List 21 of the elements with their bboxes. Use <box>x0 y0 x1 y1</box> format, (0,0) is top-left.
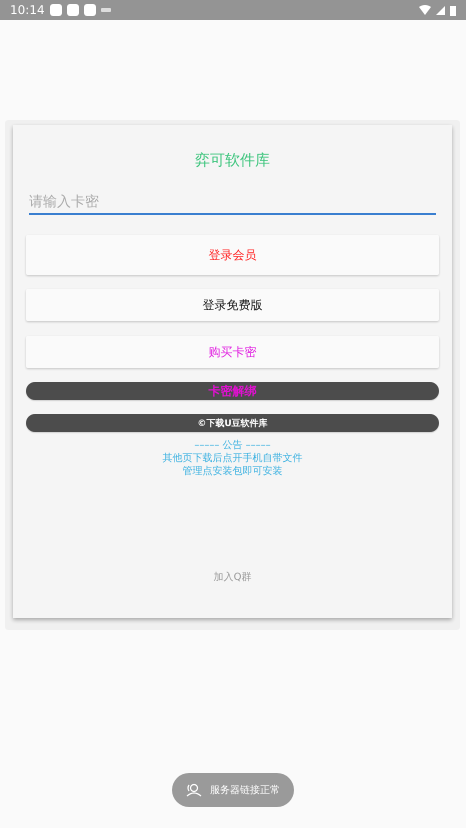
action-button[interactable]: 登录会员 <box>26 235 439 275</box>
action-button[interactable]: 购买卡密 <box>26 336 439 368</box>
user-icon <box>186 783 202 797</box>
app-title: 弈可软件库 <box>195 151 270 170</box>
toast-text: 服务器链接正常 <box>210 784 280 797</box>
announcement-text: 管理点安装包即可安装 <box>182 465 282 478</box>
notification-icon <box>84 4 96 16</box>
card-key-field[interactable]: 请输入卡密 <box>29 192 436 215</box>
announcement-text: 其他页下载后点开手机自带文件 <box>162 452 302 465</box>
action-button[interactable]: 登录免费版 <box>26 289 439 321</box>
battery-icon <box>450 4 456 16</box>
signal-icon <box>436 6 445 14</box>
notification-icon <box>100 7 111 13</box>
notification-icon <box>66 4 79 16</box>
notification-icon <box>50 4 62 16</box>
wifi-icon <box>419 5 431 15</box>
action-button[interactable]: 卡密解绑 <box>26 382 439 400</box>
join-group-link[interactable]: 加入Q群 <box>214 570 252 584</box>
action-button[interactable]: ©下载U豆软件库 <box>26 414 439 432</box>
status-time: 10:14 <box>10 3 45 17</box>
announcement-text: ––––– 公告 ––––– <box>194 439 271 452</box>
